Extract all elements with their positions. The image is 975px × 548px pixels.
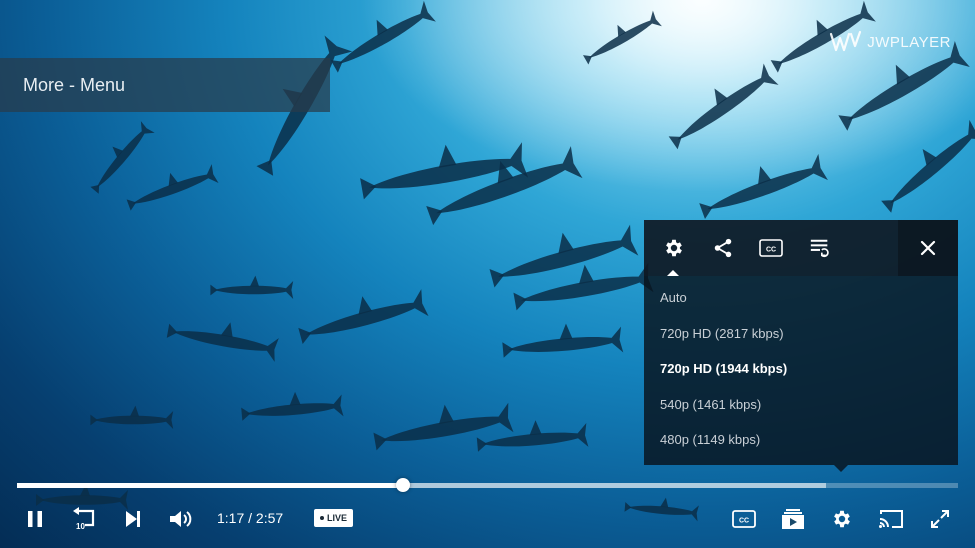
settings-button[interactable]: [828, 505, 856, 533]
live-badge[interactable]: LIVE: [314, 509, 354, 527]
video-player[interactable]: JWPLAYER More - Menu CC Auto 720p HD (28…: [0, 0, 975, 548]
quality-option-720p-2817[interactable]: 720p HD (2817 kbps): [644, 316, 958, 352]
quality-option-auto[interactable]: Auto: [644, 280, 958, 316]
volume-button[interactable]: [167, 505, 195, 533]
cast-icon: [879, 510, 903, 528]
svg-text:CC: CC: [739, 518, 749, 525]
rewind-10-icon: 10: [73, 507, 95, 531]
more-menu-label: More - Menu: [23, 74, 126, 95]
pause-button[interactable]: [21, 505, 49, 533]
svg-text:CC: CC: [766, 247, 776, 254]
more-menu-tooltip: More - Menu: [0, 58, 330, 112]
tab-captions[interactable]: CC: [758, 236, 784, 260]
fullscreen-button[interactable]: [926, 505, 954, 533]
settings-menu: CC Auto 720p HD (2817 kbps) 720p HD (194…: [644, 220, 958, 465]
volume-icon: [170, 511, 192, 527]
captions-button[interactable]: CC: [730, 505, 758, 533]
tab-share[interactable]: [710, 236, 736, 260]
jwplayer-logo[interactable]: JWPLAYER: [829, 30, 951, 54]
svg-text:10: 10: [76, 522, 85, 531]
settings-menu-tabs: CC: [644, 220, 958, 276]
settings-menu-pointer: [834, 465, 848, 472]
live-dot-icon: [320, 516, 324, 520]
quality-options-list: Auto 720p HD (2817 kbps) 720p HD (1944 k…: [644, 280, 958, 458]
pause-icon: [28, 511, 42, 527]
time-display: 1:17 / 2:57: [217, 510, 284, 526]
gear-icon: [666, 239, 682, 257]
logo-text: JWPLAYER: [867, 33, 951, 51]
jwplayer-logo-icon: [830, 30, 862, 52]
playlist-icon: [810, 239, 829, 258]
tab-settings[interactable]: [661, 236, 687, 260]
quality-option-480p[interactable]: 480p (1149 kbps): [644, 422, 958, 458]
rewind-10-button[interactable]: 10: [70, 505, 98, 533]
live-label: LIVE: [327, 513, 348, 523]
control-bar: 10 1:17 / 2:57 LIVE CC: [0, 500, 975, 538]
gear-icon: [834, 510, 850, 528]
cast-button[interactable]: [877, 505, 905, 533]
fullscreen-icon: [931, 510, 949, 528]
timeline-knob[interactable]: [395, 478, 410, 492]
active-tab-indicator: [667, 270, 679, 276]
playlist-icon: [782, 509, 804, 529]
cc-icon: CC: [759, 239, 783, 257]
share-icon: [714, 238, 732, 258]
tab-playlist[interactable]: [807, 236, 833, 260]
quality-option-720p-1944[interactable]: 720p HD (1944 kbps): [644, 351, 958, 387]
quality-option-540p[interactable]: 540p (1461 kbps): [644, 387, 958, 423]
timeline-slider[interactable]: [17, 478, 958, 492]
close-settings-button[interactable]: [898, 220, 958, 276]
close-icon: [920, 240, 936, 256]
next-button[interactable]: [119, 505, 147, 533]
next-icon: [126, 511, 140, 527]
progress-bar: [17, 483, 403, 488]
cc-icon: CC: [732, 510, 756, 528]
playlist-button[interactable]: [779, 505, 807, 533]
